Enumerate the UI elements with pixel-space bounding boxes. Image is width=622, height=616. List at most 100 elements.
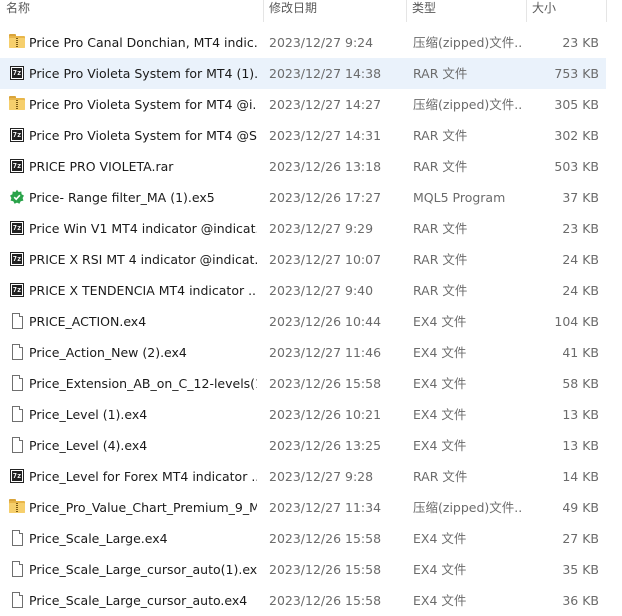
zip-folder-icon xyxy=(9,34,25,50)
column-type-header[interactable]: 类型 xyxy=(406,0,526,20)
file-size: 23 KB xyxy=(562,35,599,50)
file-type: RAR 文件 xyxy=(413,469,468,484)
file-icon xyxy=(9,406,25,422)
file-modified-date: 2023/12/27 9:24 xyxy=(269,35,374,50)
file-row[interactable]: 7z PRICE X RSI MT 4 indicator @indicat...… xyxy=(0,244,606,275)
file-name: Price Pro Violeta System for MT4 @S... xyxy=(29,128,257,143)
file-size: 24 KB xyxy=(562,283,599,298)
file-type: EX4 文件 xyxy=(413,562,467,577)
column-date-label: 修改日期 xyxy=(269,1,318,15)
file-name: Price_Scale_Large_cursor_auto(1).ex4 xyxy=(29,562,257,577)
file-row[interactable]: 7z Price Pro Violeta System for MT4 (1)..… xyxy=(0,58,606,89)
file-modified-date: 2023/12/26 10:21 xyxy=(269,407,382,422)
file-size: 302 KB xyxy=(554,128,599,143)
file-name: Price_Scale_Large_cursor_auto.ex4 xyxy=(29,593,248,608)
file-row[interactable]: Price_Extension_AB_on_C_12-levels(1)....… xyxy=(0,368,606,399)
file-type: 压缩(zipped)文件... xyxy=(413,35,523,50)
file-modified-date: 2023/12/27 9:29 xyxy=(269,221,374,236)
file-modified-date: 2023/12/26 10:44 xyxy=(269,314,382,329)
file-size: 58 KB xyxy=(562,376,599,391)
column-size-label: 大小 xyxy=(532,1,557,15)
file-size: 14 KB xyxy=(562,469,599,484)
file-icon xyxy=(9,592,25,608)
rar-archive-icon: 7z xyxy=(9,251,25,267)
file-type: RAR 文件 xyxy=(413,252,468,267)
file-name: Price_Scale_Large.ex4 xyxy=(29,531,168,546)
file-name: Price_Action_New (2).ex4 xyxy=(29,345,187,360)
file-type: EX4 文件 xyxy=(413,345,467,360)
file-row[interactable]: 7z PRICE PRO VIOLETA.rar 2023/12/26 13:18 R… xyxy=(0,151,606,182)
file-row[interactable]: Price_Action_New (2).ex4 2023/12/27 11:46… xyxy=(0,337,606,368)
file-type: EX4 文件 xyxy=(413,407,467,422)
column-size-header[interactable]: 大小 xyxy=(526,0,606,20)
file-modified-date: 2023/12/26 15:58 xyxy=(269,562,382,577)
file-type: EX4 文件 xyxy=(413,314,467,329)
file-name: Price_Level for Forex MT4 indicator ... xyxy=(29,469,257,484)
rar-archive-icon: 7z xyxy=(9,468,25,484)
file-name: PRICE X RSI MT 4 indicator @indicat... xyxy=(29,252,257,267)
file-name: Price_Level (4).ex4 xyxy=(29,438,148,453)
file-size: 13 KB xyxy=(562,438,599,453)
file-list: Price Pro Canal Donchian, MT4 indic... 20… xyxy=(0,27,622,616)
rar-archive-icon: 7z xyxy=(9,282,25,298)
file-name: PRICE X TENDENCIA MT4 indicator ... xyxy=(29,283,257,298)
file-icon xyxy=(9,344,25,360)
file-type: RAR 文件 xyxy=(413,283,468,298)
file-name: PRICE PRO VIOLETA.rar xyxy=(29,159,174,174)
file-row[interactable]: 7z PRICE X TENDENCIA MT4 indicator ... 202… xyxy=(0,275,606,306)
file-size: 24 KB xyxy=(562,252,599,267)
rar-archive-icon: 7z xyxy=(9,127,25,143)
column-date-header[interactable]: 修改日期 xyxy=(263,0,406,20)
file-modified-date: 2023/12/26 15:58 xyxy=(269,376,382,391)
file-type: EX4 文件 xyxy=(413,531,467,546)
file-row[interactable]: Price Pro Violeta System for MT4 @i... 20… xyxy=(0,89,606,120)
column-name-header[interactable]: 名称 xyxy=(0,0,263,20)
file-size: 104 KB xyxy=(554,314,599,329)
file-row[interactable]: PRICE_ACTION.ex4 2023/12/26 10:44 EX4 文件 10… xyxy=(0,306,606,337)
file-modified-date: 2023/12/27 11:46 xyxy=(269,345,382,360)
file-name: Price Win V1 MT4 indicator @indicat... xyxy=(29,221,257,236)
file-name: PRICE_ACTION.ex4 xyxy=(29,314,147,329)
file-name: Price Pro Violeta System for MT4 (1)... xyxy=(29,66,257,81)
file-type: RAR 文件 xyxy=(413,66,468,81)
file-modified-date: 2023/12/26 15:58 xyxy=(269,593,382,608)
file-name: Price_Level (1).ex4 xyxy=(29,407,148,422)
file-name: Price_Pro_Value_Chart_Premium_9_M... xyxy=(29,500,257,515)
file-row[interactable]: Price_Scale_Large_cursor_auto(1).ex4 2023… xyxy=(0,554,606,585)
file-modified-date: 2023/12/26 13:18 xyxy=(269,159,382,174)
file-size: 41 KB xyxy=(562,345,599,360)
file-type: RAR 文件 xyxy=(413,159,468,174)
file-size: 35 KB xyxy=(562,562,599,577)
mql5-program-icon xyxy=(9,189,25,205)
column-divider[interactable] xyxy=(606,0,607,22)
file-row[interactable]: Price_Pro_Value_Chart_Premium_9_M... 2023… xyxy=(0,492,606,523)
file-row[interactable]: 7z Price Win V1 MT4 indicator @indicat...… xyxy=(0,213,606,244)
file-icon xyxy=(9,437,25,453)
file-icon xyxy=(9,313,25,329)
file-row[interactable]: Price- Range filter_MA (1).ex5 2023/12/26… xyxy=(0,182,606,213)
file-row[interactable]: 7z Price_Level for Forex MT4 indicator ..… xyxy=(0,461,606,492)
file-modified-date: 2023/12/26 17:27 xyxy=(269,190,382,205)
file-size: 27 KB xyxy=(562,531,599,546)
file-size: 23 KB xyxy=(562,221,599,236)
zip-folder-icon xyxy=(9,499,25,515)
file-size: 36 KB xyxy=(562,593,599,608)
file-modified-date: 2023/12/26 15:58 xyxy=(269,531,382,546)
file-modified-date: 2023/12/27 14:31 xyxy=(269,128,382,143)
file-row[interactable]: Price_Level (4).ex4 2023/12/26 13:25 EX4 文… xyxy=(0,430,606,461)
file-type: 压缩(zipped)文件... xyxy=(413,97,523,112)
file-row[interactable]: Price_Scale_Large_cursor_auto.ex4 2023/12… xyxy=(0,585,606,616)
file-modified-date: 2023/12/27 14:38 xyxy=(269,66,382,81)
file-row[interactable]: Price_Scale_Large.ex4 2023/12/26 15:58 EX4… xyxy=(0,523,606,554)
file-icon xyxy=(9,530,25,546)
file-size: 753 KB xyxy=(554,66,599,81)
file-modified-date: 2023/12/27 11:34 xyxy=(269,500,382,515)
file-row[interactable]: Price Pro Canal Donchian, MT4 indic... 20… xyxy=(0,27,606,58)
file-icon xyxy=(9,561,25,577)
file-modified-date: 2023/12/27 9:28 xyxy=(269,469,374,484)
file-row[interactable]: 7z Price Pro Violeta System for MT4 @S...… xyxy=(0,120,606,151)
column-header: 名称 修改日期 类型 大小 xyxy=(0,0,622,22)
file-type: RAR 文件 xyxy=(413,221,468,236)
file-row[interactable]: Price_Level (1).ex4 2023/12/26 10:21 EX4 文… xyxy=(0,399,606,430)
file-modified-date: 2023/12/27 14:27 xyxy=(269,97,382,112)
